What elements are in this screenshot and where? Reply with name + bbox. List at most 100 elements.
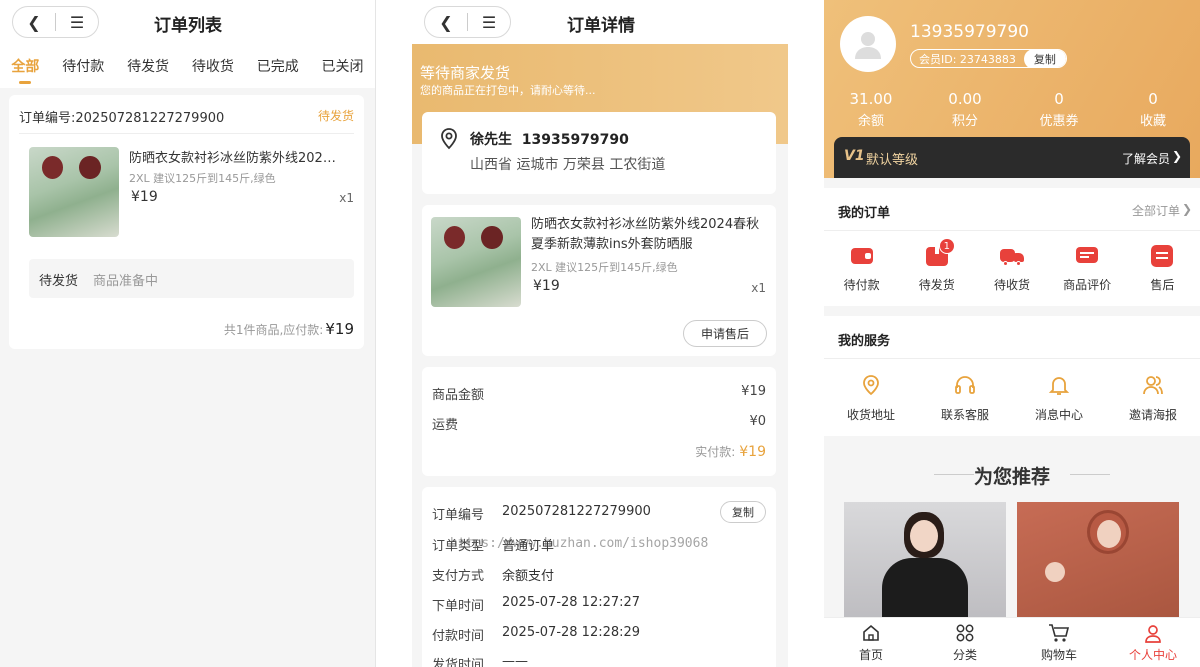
tab-closed[interactable]: 已关闭: [322, 48, 364, 84]
paid-label: 实付款:: [695, 445, 736, 459]
nav-label: 分类: [952, 647, 977, 662]
info-value-pay-method: 余额支付: [502, 569, 555, 584]
all-orders-link[interactable]: 全部订单: [1132, 202, 1180, 219]
learn-more-link[interactable]: 了解会员: [1122, 150, 1170, 167]
product-price: ¥19: [533, 278, 560, 294]
product-thumbnail[interactable]: [431, 217, 521, 307]
menu-icon[interactable]: ☰: [468, 7, 510, 37]
stat-favorites[interactable]: 0 收藏: [1113, 90, 1193, 129]
user-phone: 13935979790: [910, 22, 1029, 42]
info-label-order-time: 下单时间: [432, 599, 485, 614]
service-shortcuts: 收货地址 联系客服 消息中心 邀请海报: [824, 374, 1200, 423]
order-list-screen: ❮ ☰ 订单列表 全部 待付款 待发货 待收货 已完成 已关闭 订单编号:2025…: [0, 0, 376, 667]
product-qty: x1: [339, 191, 354, 205]
users-icon: [1143, 376, 1163, 395]
address-card[interactable]: 徐先生 13935979790 山西省 运城市 万荣县 工农街道: [422, 112, 776, 194]
order-summary: 共1件商品,应付款: ¥19: [224, 320, 354, 338]
my-orders-section: 我的订单 全部订单 ❯ 待付款 1 待发货 待收货 商品评价 售后: [824, 188, 1200, 306]
back-icon[interactable]: ❮: [13, 7, 55, 37]
page-title: 订单列表: [154, 16, 222, 36]
back-icon[interactable]: ❮: [425, 7, 467, 37]
banner-subtitle: 您的商品正在打包中，请耐心等待...: [420, 84, 596, 97]
tab-all[interactable]: 全部: [11, 48, 39, 84]
copy-order-no-button[interactable]: 复制: [720, 501, 766, 523]
recommend-product-image-1[interactable]: [844, 502, 1006, 622]
info-value-order-time: 2025-07-28 12:27:27: [502, 595, 641, 610]
service-invite-poster[interactable]: 邀请海报: [1117, 374, 1189, 423]
product-name[interactable]: 防晒衣女款衬衫冰丝防紫外线2024春秋夏季新款薄款ins外套防晒服: [531, 215, 767, 255]
shortcut-label: 待付款: [843, 278, 880, 292]
order-status: 待发货: [317, 109, 354, 123]
service-label: 消息中心: [1034, 408, 1083, 422]
order-card[interactable]: 订单编号:202507281227279900 待发货 防晒衣女款衬衫冰丝防紫外…: [9, 95, 364, 349]
chevron-right-icon: ❯: [1181, 202, 1192, 216]
product-sku: 2XL 建议125斤到145斤,绿色: [129, 172, 276, 185]
stat-value: 31.00: [849, 90, 893, 108]
receiver-name-phone: 徐先生 13935979790: [470, 132, 629, 148]
bottom-navbar: 首页 分类 购物车 个人中心: [824, 617, 1200, 667]
product-thumbnail[interactable]: [29, 147, 119, 237]
copy-member-id-button[interactable]: 复制: [1023, 50, 1066, 67]
badge-count: 1: [938, 238, 955, 254]
watermark-text: https://www.huzhan.com/ishop39068: [450, 536, 709, 551]
info-value-ship-time: ——: [502, 654, 528, 667]
goods-amount-value: ¥19: [741, 384, 766, 399]
order-number: 订单编号:202507281227279900: [19, 111, 225, 126]
service-customer-support[interactable]: 联系客服: [929, 374, 1001, 423]
nav-profile[interactable]: 个人中心: [1113, 623, 1193, 663]
amount-card: 商品金额 ¥19 运费 ¥0 实付款: ¥19: [422, 367, 776, 476]
nav-cart[interactable]: 购物车: [1019, 623, 1099, 663]
avatar[interactable]: [840, 16, 896, 72]
receiver-address: 山西省 运城市 万荣县 工农街道: [470, 157, 666, 173]
tab-pending-shipment[interactable]: 待发货: [127, 48, 169, 84]
goods-amount-row: 商品金额 ¥19: [432, 384, 766, 403]
tab-completed[interactable]: 已完成: [257, 48, 299, 84]
after-sale-button[interactable]: 申请售后: [683, 320, 767, 347]
shortcut-pending-payment[interactable]: 待付款: [826, 244, 898, 293]
tab-pending-receipt[interactable]: 待收货: [192, 48, 234, 84]
summary-amount: ¥19: [325, 320, 354, 338]
service-messages[interactable]: 消息中心: [1023, 374, 1095, 423]
shortcut-pending-receipt[interactable]: 待收货: [976, 244, 1048, 293]
freight-label: 运费: [432, 418, 459, 433]
divider: [824, 230, 1200, 231]
nav-category[interactable]: 分类: [925, 623, 1005, 663]
menu-icon[interactable]: ☰: [56, 7, 98, 37]
stat-coupons[interactable]: 0 优惠券: [1019, 90, 1099, 129]
stat-points[interactable]: 0.00 积分: [925, 90, 1005, 129]
service-address[interactable]: 收货地址: [835, 374, 907, 423]
stat-balance[interactable]: 31.00 余额: [831, 90, 911, 129]
product-qty: x1: [751, 281, 766, 295]
comment-icon: [1075, 244, 1099, 268]
nav-label: 购物车: [1040, 647, 1077, 662]
profile-screen: 13935979790 会员ID: 23743883 复制 31.00 余额 0.…: [788, 0, 1200, 667]
profile-header: 13935979790 会员ID: 23743883 复制 31.00 余额 0.…: [824, 0, 1200, 178]
recommend-product-image-2[interactable]: [1017, 502, 1179, 622]
shortcut-after-sale[interactable]: 售后: [1126, 244, 1198, 293]
product-name[interactable]: 防晒衣女款衬衫冰丝防紫外线202…: [129, 147, 354, 166]
chevron-right-icon: ❯: [1171, 149, 1182, 163]
info-value-pay-time: 2025-07-28 12:28:29: [502, 625, 641, 640]
paid-row: 实付款: ¥19: [695, 443, 766, 460]
headset-icon: [955, 376, 975, 394]
order-detail-screen: ❮ ☰ 订单详情 等待商家发货 您的商品正在打包中，请耐心等待... 徐先生 13…: [376, 0, 788, 667]
shortcut-pending-shipment[interactable]: 1 待发货: [901, 238, 973, 293]
nav-home[interactable]: 首页: [831, 623, 911, 663]
tab-pending-payment[interactable]: 待付款: [62, 48, 104, 84]
progress-box[interactable]: 待发货 商品准备中: [29, 259, 354, 298]
service-label: 邀请海报: [1128, 408, 1177, 422]
nav-capsule: ❮ ☰: [424, 6, 511, 38]
category-icon: [956, 624, 974, 641]
stats-row: 31.00 余额 0.00 积分 0 优惠券 0 收藏: [824, 90, 1200, 129]
recommend-title: 为您推荐: [973, 466, 1050, 488]
freight-row: 运费 ¥0: [432, 414, 766, 433]
member-level-bar[interactable]: V1 默认等级 了解会员 ❯: [834, 137, 1190, 178]
box-icon: 1: [925, 238, 955, 268]
divider: [19, 133, 354, 134]
home-icon: [863, 624, 879, 641]
member-id: 会员ID: 23743883: [919, 52, 1016, 66]
freight-value: ¥0: [749, 414, 766, 429]
shortcut-review[interactable]: 商品评价: [1051, 244, 1123, 293]
stat-label: 收藏: [1139, 114, 1166, 129]
product-card[interactable]: 防晒衣女款衬衫冰丝防紫外线2024春秋夏季新款薄款ins外套防晒服 2XL 建议…: [422, 205, 776, 356]
